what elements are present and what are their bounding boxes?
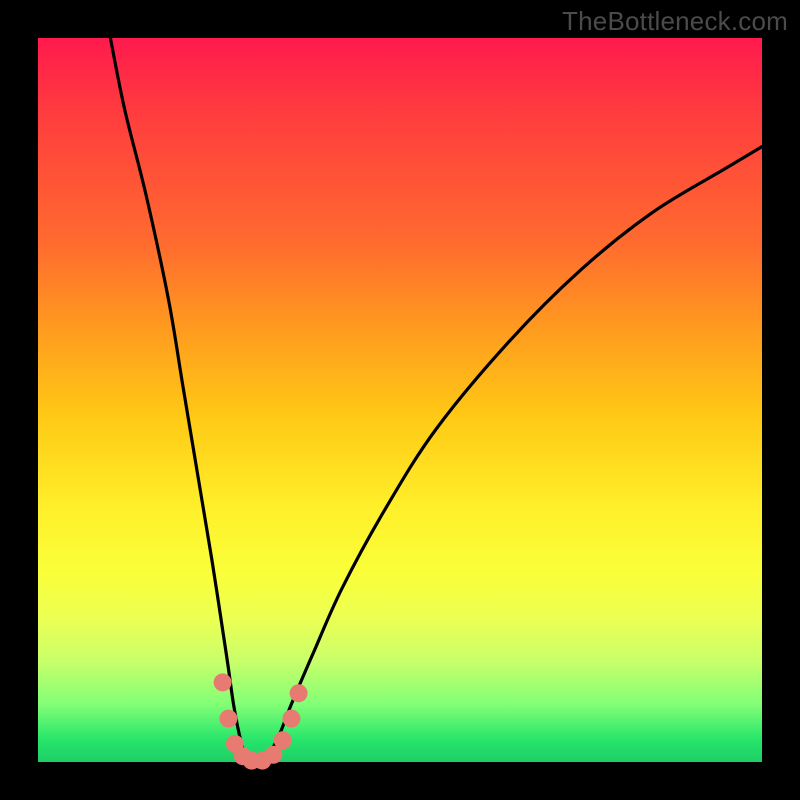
chart-svg	[38, 38, 762, 762]
curve-path	[110, 38, 762, 764]
bottleneck-curve	[110, 38, 762, 764]
highlight-point	[290, 684, 308, 702]
highlight-point	[219, 710, 237, 728]
highlight-point	[282, 710, 300, 728]
highlight-point	[274, 731, 292, 749]
watermark-text: TheBottleneck.com	[562, 6, 788, 37]
highlight-point	[214, 673, 232, 691]
chart-frame: TheBottleneck.com	[0, 0, 800, 800]
curve-markers	[214, 673, 308, 769]
chart-plot-area	[38, 38, 762, 762]
